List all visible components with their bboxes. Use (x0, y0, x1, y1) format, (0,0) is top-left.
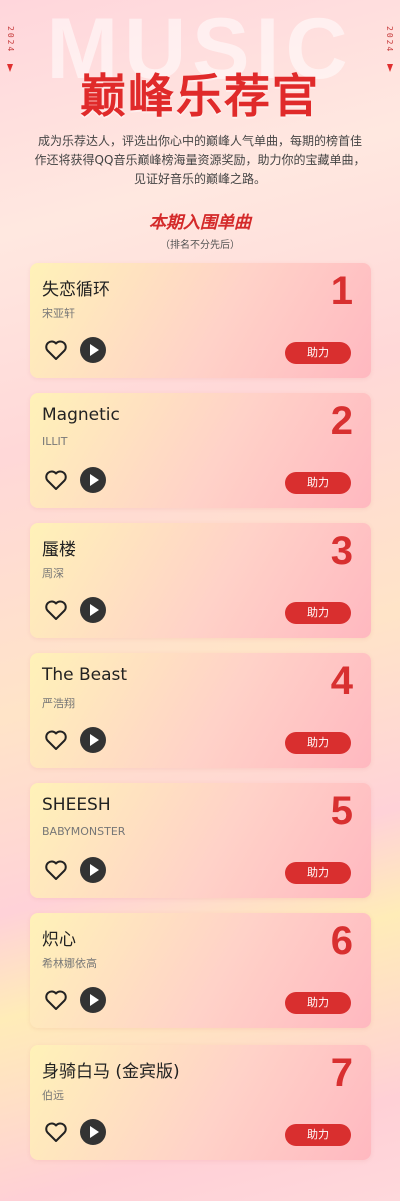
support-button[interactable]: 助力 (285, 1124, 351, 1146)
song-title: 炽心 (42, 930, 76, 950)
song-artist: ILLIT (42, 435, 68, 448)
support-button[interactable]: 助力 (285, 992, 351, 1014)
rank-number: 6 (330, 919, 353, 963)
song-title: Magnetic (42, 405, 120, 425)
play-icon[interactable] (80, 337, 106, 363)
heart-icon[interactable] (44, 1121, 68, 1143)
song-title: The Beast (42, 665, 128, 685)
rank-number: 2 (330, 399, 353, 443)
play-icon[interactable] (80, 597, 106, 623)
song-card: 炽心 希林娜依高 6 助力 (30, 913, 371, 1028)
song-artist: 希林娜依高 (42, 957, 97, 970)
page-title: 巅峰乐荐官 (80, 69, 320, 123)
heart-icon[interactable] (44, 729, 68, 751)
song-title: 身骑白马 (金宾版) (42, 1062, 180, 1082)
support-button[interactable]: 助力 (285, 472, 351, 494)
song-artist: BABYMONSTER (42, 825, 126, 838)
song-card: 蜃楼 周深 3 助力 (30, 523, 371, 638)
heart-icon[interactable] (44, 469, 68, 491)
song-title: SHEESH (42, 795, 111, 815)
song-artist: 宋亚轩 (42, 307, 75, 320)
heart-icon[interactable] (44, 859, 68, 881)
song-artist: 伯远 (42, 1089, 64, 1102)
support-button[interactable]: 助力 (285, 732, 351, 754)
section-subtitle: （排名不分先后） (160, 240, 240, 251)
rank-number: 1 (330, 269, 353, 313)
song-card: 失恋循环 宋亚轩 1 助力 (30, 263, 371, 378)
heart-icon[interactable] (44, 599, 68, 621)
support-button[interactable]: 助力 (285, 602, 351, 624)
song-title: 蜃楼 (42, 540, 76, 560)
intro-text: 成为乐荐达人，评选出你心中的巅峰人气单曲，每期的榜首佳作还将获得QQ音乐巅峰榜海… (34, 134, 366, 186)
play-icon[interactable] (80, 467, 106, 493)
song-artist: 严浩翔 (42, 697, 75, 710)
section-title: 本期入围单曲 (149, 213, 251, 233)
song-artist: 周深 (42, 567, 64, 580)
song-card: SHEESH BABYMONSTER 5 助力 (30, 783, 371, 898)
song-card: 身骑白马 (金宾版) 伯远 7 助力 (30, 1045, 371, 1160)
song-card: Magnetic ILLIT 2 助力 (30, 393, 371, 508)
rank-number: 4 (330, 659, 353, 703)
play-icon[interactable] (80, 857, 106, 883)
support-button[interactable]: 助力 (285, 862, 351, 884)
play-icon[interactable] (80, 727, 106, 753)
rank-number: 5 (330, 789, 353, 833)
heart-icon[interactable] (44, 989, 68, 1011)
song-card: The Beast 严浩翔 4 助力 (30, 653, 371, 768)
play-icon[interactable] (80, 1119, 106, 1145)
rank-number: 7 (330, 1051, 353, 1095)
play-icon[interactable] (80, 987, 106, 1013)
song-title: 失恋循环 (42, 280, 110, 300)
support-button[interactable]: 助力 (285, 342, 351, 364)
rank-number: 3 (330, 529, 353, 573)
heart-icon[interactable] (44, 339, 68, 361)
